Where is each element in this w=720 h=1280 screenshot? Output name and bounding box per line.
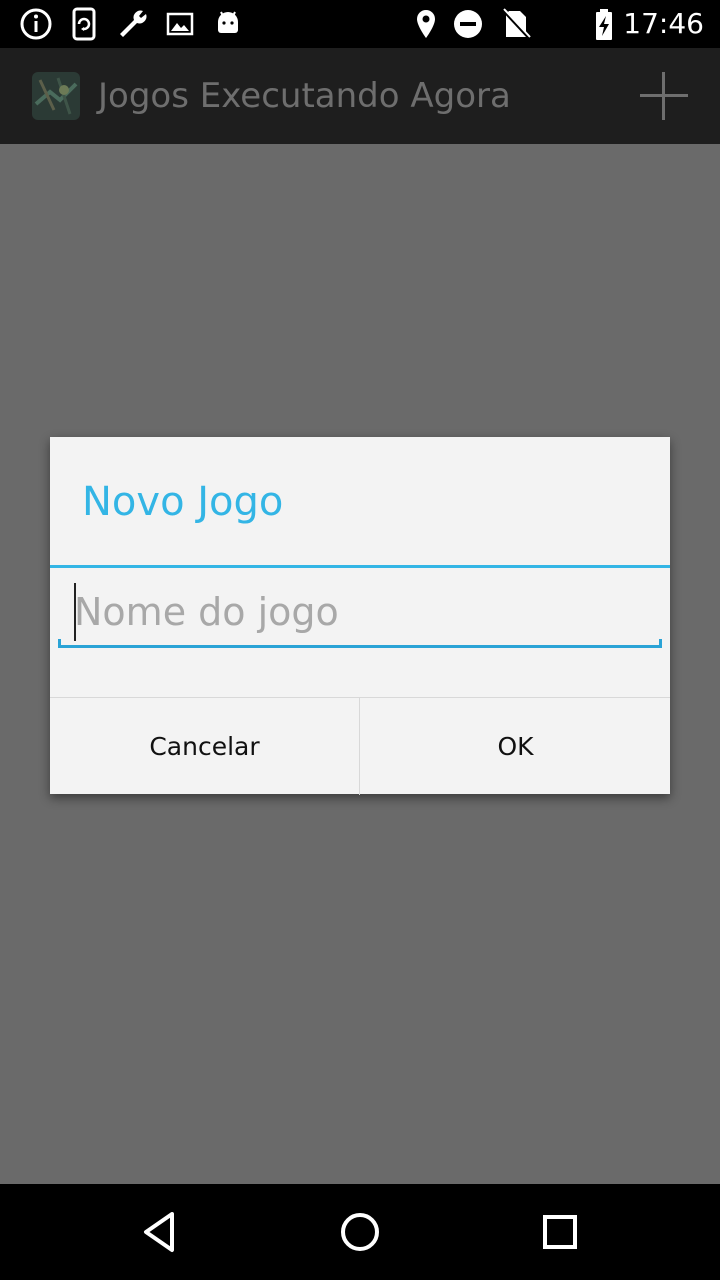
android-icon [218, 11, 238, 33]
input-underline [58, 645, 662, 648]
game-name-input[interactable] [58, 577, 662, 647]
location-icon [417, 10, 435, 38]
input-underline-left-tick [58, 639, 61, 648]
cancel-button[interactable]: Cancelar [50, 698, 359, 795]
input-underline-right-tick [659, 639, 662, 648]
dialog-title: Novo Jogo [82, 479, 284, 525]
do-not-disturb-icon [454, 10, 482, 38]
battery-icon [596, 9, 612, 40]
ok-button[interactable]: OK [361, 698, 670, 795]
navigation-bar [0, 1184, 720, 1280]
action-bar: Jogos Executando Agora [0, 48, 720, 144]
button-separator [359, 698, 360, 795]
info-icon [20, 8, 52, 40]
plus-icon[interactable] [638, 70, 690, 122]
wrench-icon [120, 10, 147, 37]
text-cursor [74, 583, 76, 641]
game-name-field[interactable] [58, 577, 662, 651]
back-icon[interactable] [132, 1204, 188, 1260]
clock: 17:46 [623, 7, 704, 40]
app-title: Jogos Executando Agora [98, 76, 511, 116]
no-sim-icon [501, 8, 531, 40]
home-icon[interactable] [332, 1204, 388, 1260]
dialog-button-bar: Cancelar OK [50, 697, 670, 795]
status-bar: 17:46 [0, 0, 720, 48]
new-game-dialog: Novo Jogo Cancelar OK [50, 437, 670, 795]
app-map-icon[interactable] [30, 70, 82, 122]
phone-sync-icon [72, 7, 96, 41]
image-icon [166, 12, 194, 36]
title-divider [50, 565, 670, 568]
recents-icon[interactable] [532, 1204, 588, 1260]
screen: 17:46 Jogos Executando Agora Novo Jogo N… [0, 0, 720, 1280]
